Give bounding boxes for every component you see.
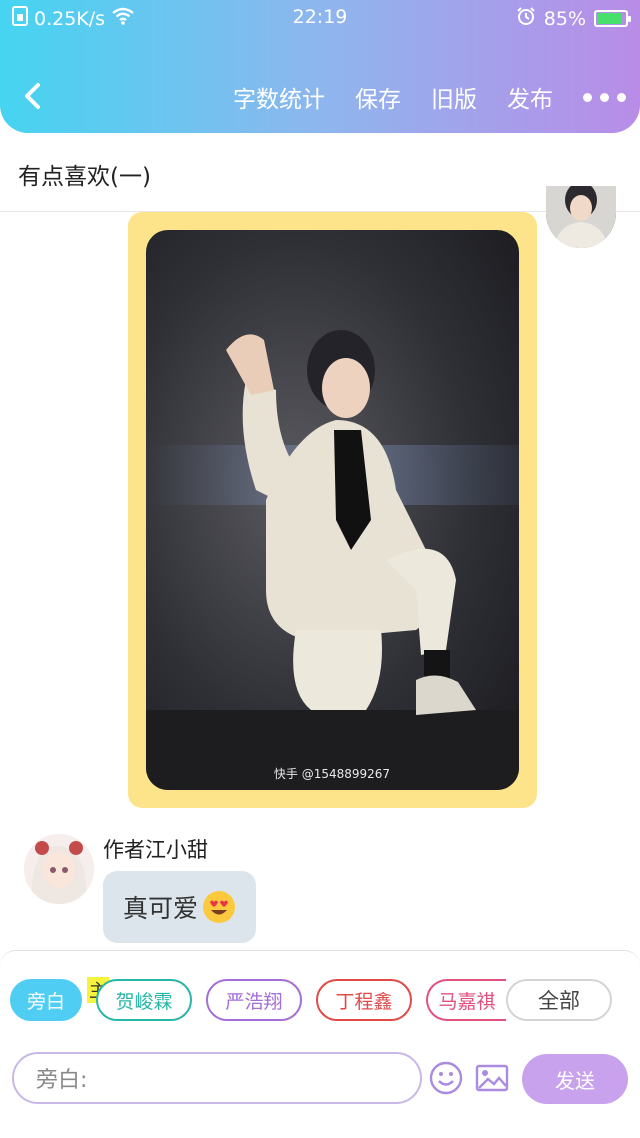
alarm-icon (516, 6, 536, 31)
old-version-button[interactable]: 旧版 (431, 80, 477, 114)
document-title[interactable]: 有点喜欢(一) (18, 157, 151, 191)
composer: 旁白: 发送 (0, 1052, 640, 1108)
role-chip[interactable]: 贺峻霖 (96, 979, 192, 1021)
role-narrator[interactable]: 旁白 (10, 979, 82, 1021)
more-dots-icon[interactable] (583, 92, 626, 102)
battery-fill (597, 13, 621, 24)
message-bubble[interactable]: 真可爱 (103, 871, 257, 943)
publish-button[interactable]: 发布 (507, 80, 553, 114)
heart-eyes-emoji (202, 890, 236, 924)
role-list: 旁白 主 贺峻霖严浩翔丁程鑫马嘉祺全部 (10, 977, 630, 1021)
message-text: 真可爱 (123, 894, 199, 923)
role-chip[interactable]: 严浩翔 (206, 979, 302, 1021)
save-button[interactable]: 保存 (355, 80, 401, 114)
role-chip[interactable]: 马嘉祺 (426, 979, 506, 1021)
all-roles-button[interactable]: 全部 (506, 979, 612, 1021)
author-name: 作者江小甜 (103, 838, 208, 862)
photo-card: 快手 @1548899267 (128, 212, 537, 808)
word-count-button[interactable]: 字数统计 (233, 80, 325, 114)
document-title-row: 有点喜欢(一) (0, 133, 640, 212)
battery-text: 85% (543, 7, 586, 30)
stage-photo[interactable]: 快手 @1548899267 (146, 230, 519, 790)
avatar[interactable] (546, 186, 616, 248)
image-icon[interactable] (474, 1060, 510, 1096)
header-bar: 0.25K/s 22:19 85% 字数统计 保存 旧版 发布 (0, 0, 640, 133)
chevron-left-icon[interactable] (18, 78, 48, 114)
message-input[interactable]: 旁白: (12, 1052, 422, 1104)
photo-watermark: 快手 @1548899267 (274, 767, 390, 781)
smiley-icon[interactable] (428, 1060, 464, 1096)
status-bar: 0.25K/s 22:19 85% (0, 4, 640, 32)
battery-icon (594, 10, 631, 27)
role-panel: 旁白 主 贺峻霖严浩翔丁程鑫马嘉祺全部 (0, 950, 640, 1138)
send-button[interactable]: 发送 (522, 1054, 628, 1104)
author-avatar[interactable] (24, 834, 94, 904)
role-chip[interactable]: 丁程鑫 (316, 979, 412, 1021)
nav-bar: 字数统计 保存 旧版 发布 (0, 76, 640, 116)
